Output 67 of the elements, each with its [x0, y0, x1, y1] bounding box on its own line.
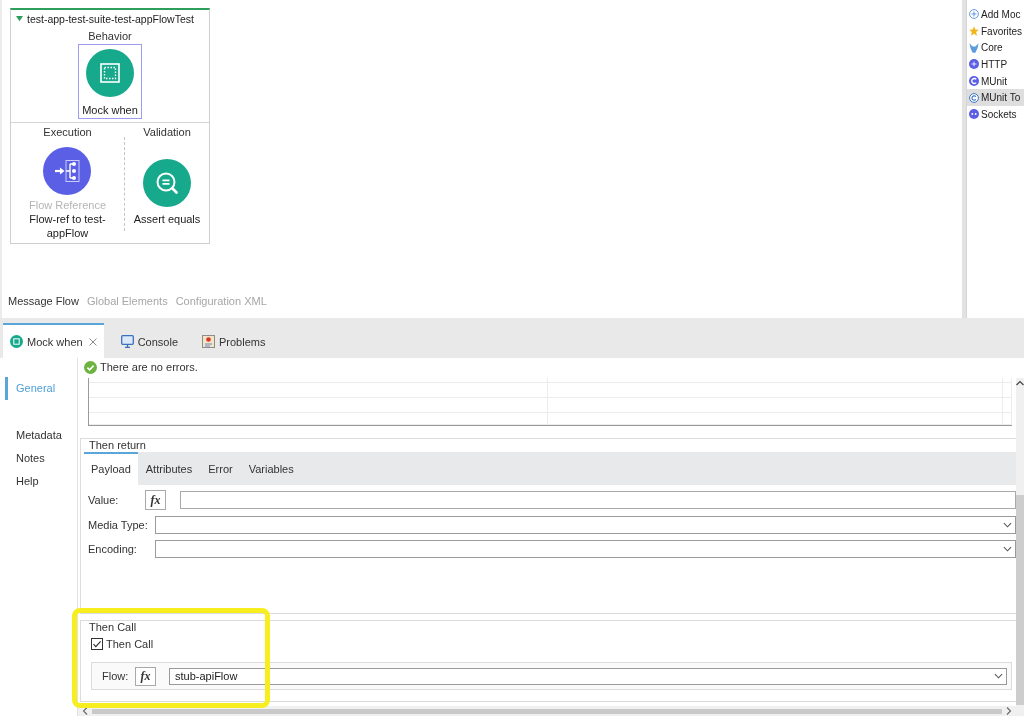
palette-item[interactable]: Core [967, 39, 1024, 57]
nav-item[interactable]: Metadata [5, 424, 77, 447]
view-tab[interactable]: Problems [195, 323, 273, 358]
flow-dropdown[interactable]: stub-apiFlow [169, 667, 1007, 685]
caret-right-icon[interactable] [1006, 707, 1012, 715]
palette-item[interactable]: Add Moc [967, 6, 1024, 23]
arrow-tree-icon [43, 147, 92, 195]
palette-item[interactable]: HTTP [967, 56, 1024, 73]
star-icon [969, 26, 979, 37]
chevron-down-icon [1003, 522, 1012, 528]
circle-plus-icon [969, 9, 979, 20]
field-label: Flow: [102, 670, 130, 682]
vertical-scrollbar[interactable] [1016, 378, 1024, 716]
status-message: There are no errors. [100, 361, 198, 373]
section-label: Validation [143, 125, 191, 139]
check-circle-icon [84, 360, 97, 374]
checkbox[interactable] [91, 638, 103, 650]
chevron-down-icon [1003, 546, 1012, 552]
magnifier-icon [143, 159, 191, 207]
horizontal-scrollbar[interactable] [78, 706, 1016, 716]
field-label: Media Type: [88, 519, 149, 531]
expanded-triangle-icon[interactable] [16, 15, 23, 22]
processor-label: Assert equals [133, 212, 201, 226]
expression-button[interactable]: fx [135, 666, 156, 686]
test-title: test-app-test-suite-test-appFlowTest [27, 12, 194, 25]
round-badge-icon [969, 109, 979, 120]
section-label: Behavior [88, 29, 132, 43]
palette-item[interactable]: MUnit [967, 72, 1024, 90]
expression-button[interactable]: fx [145, 490, 166, 510]
group-title: Then return [88, 439, 147, 452]
nav-item[interactable]: Help [5, 470, 77, 493]
section-tab[interactable]: Attributes [137, 452, 201, 485]
palette-item[interactable]: Favorites [967, 22, 1024, 40]
processor-type-label: Flow Reference [28, 199, 106, 212]
round-badge-icon [969, 59, 979, 70]
processor-node[interactable]: Mock when [78, 44, 142, 119]
c-ring-icon [969, 92, 979, 103]
field-label: Value: [88, 494, 120, 506]
input-field[interactable] [180, 491, 1016, 509]
chevron-down-icon [994, 673, 1003, 679]
section-tab[interactable]: Variables [240, 452, 302, 485]
animal-head-icon [969, 42, 979, 53]
processor-label: Flow-ref to test-appFlow [28, 212, 107, 240]
monitor-icon [120, 335, 134, 348]
close-icon[interactable] [88, 337, 97, 346]
section-label: Execution [43, 125, 92, 139]
view-tab[interactable]: Mock when [3, 323, 104, 358]
palette-item[interactable]: Sockets [967, 106, 1024, 123]
editor-tab[interactable]: Message Flow [8, 294, 79, 308]
checkbox-label: Then Call [106, 638, 154, 650]
palette-item[interactable]: MUnit To [967, 89, 1024, 107]
dropdown-field[interactable] [155, 516, 1016, 534]
caret-left-icon[interactable] [82, 707, 88, 715]
field-label: Encoding: [88, 543, 138, 555]
section-tab[interactable]: Error [200, 452, 241, 485]
processor-label: Mock when [82, 103, 138, 117]
group-title: Then Call [88, 621, 138, 634]
scrollbar-thumb[interactable] [92, 708, 1002, 714]
c-badge-icon [969, 76, 979, 87]
caret-up-icon[interactable] [1016, 380, 1024, 386]
view-tab[interactable]: Console [113, 323, 185, 358]
dropdown-field[interactable] [155, 540, 1016, 558]
square-badge-icon [10, 335, 23, 348]
nav-item[interactable]: Notes [5, 447, 77, 470]
clipboard-icon [202, 335, 215, 348]
section-tab[interactable]: Payload [84, 452, 138, 485]
scrollbar-thumb[interactable] [1016, 495, 1024, 705]
